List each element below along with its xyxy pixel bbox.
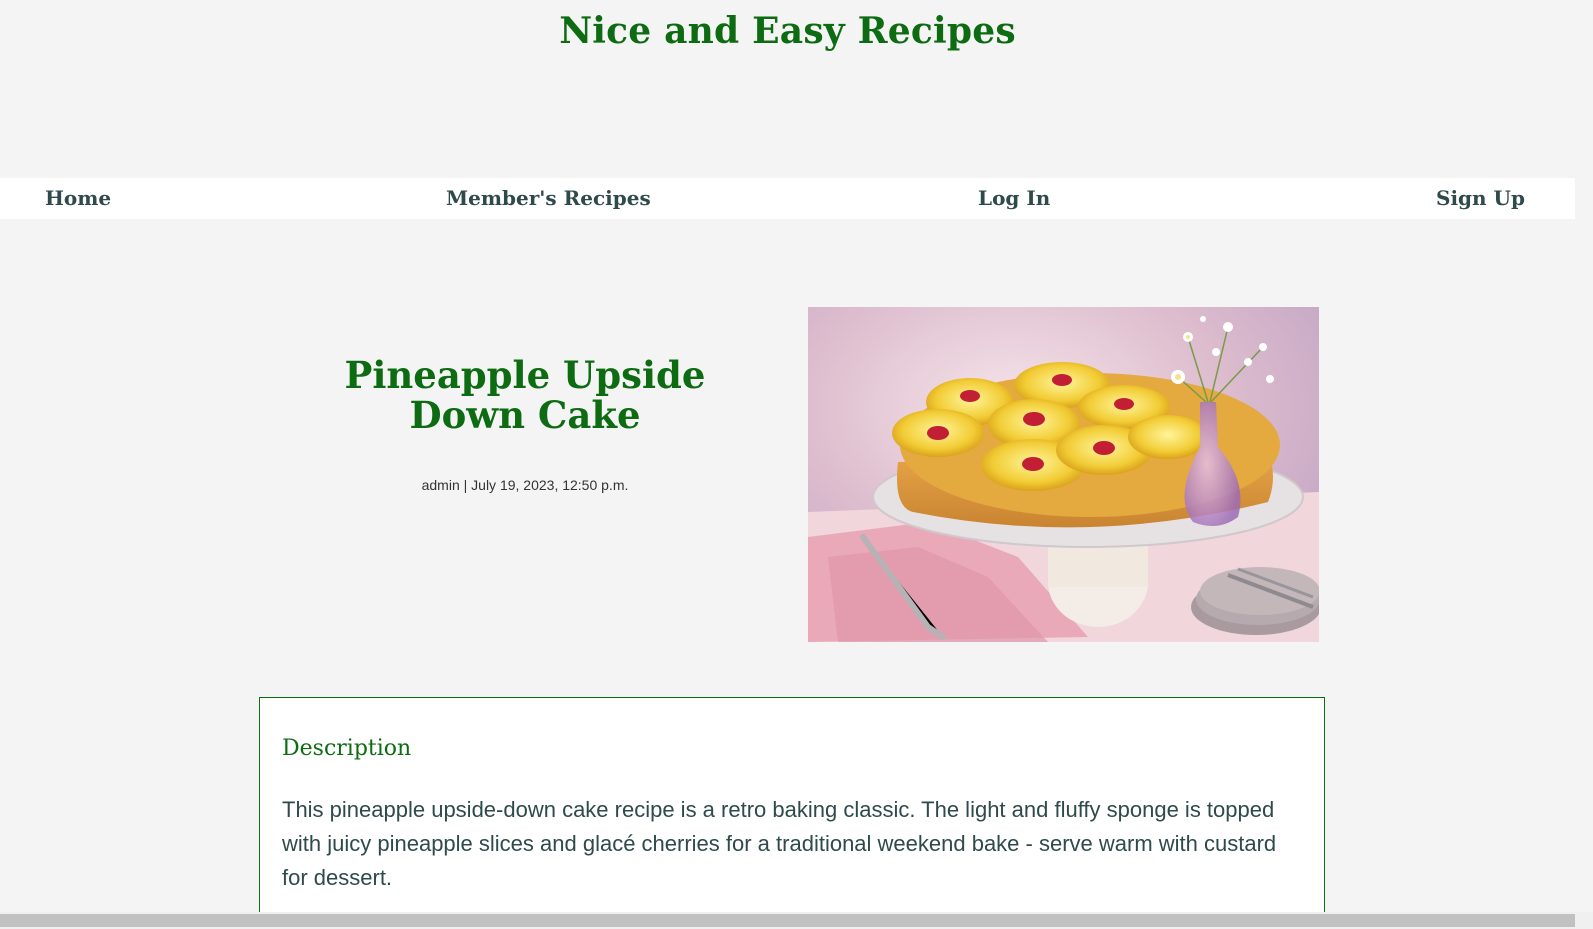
horizontal-scrollbar[interactable] [0, 912, 1593, 929]
recipe-author-date: admin | July 19, 2023, 12:50 p.m. [421, 477, 629, 493]
recipe-title: Pineapple Upside Down Cake [344, 353, 706, 437]
nav-home-link[interactable]: Home [45, 178, 111, 219]
cake-photo-illustration [808, 307, 1319, 642]
recipe-image [808, 307, 1319, 642]
horizontal-scrollbar-thumb[interactable] [0, 914, 1575, 927]
site-title: Nice and Easy Recipes [559, 10, 1016, 52]
main-navbar: Home Member's Recipes Log In Sign Up [0, 178, 1575, 219]
nav-members-recipes-link[interactable]: Member's Recipes [446, 178, 651, 219]
vertical-scroll-gutter [1575, 0, 1593, 912]
description-heading: Description [282, 736, 412, 761]
nav-login-link[interactable]: Log In [978, 178, 1050, 219]
description-text: This pineapple upside-down cake recipe i… [282, 797, 1277, 890]
nav-signup-link[interactable]: Sign Up [1436, 178, 1525, 219]
description-card: Description This pineapple upside-down c… [259, 697, 1325, 929]
